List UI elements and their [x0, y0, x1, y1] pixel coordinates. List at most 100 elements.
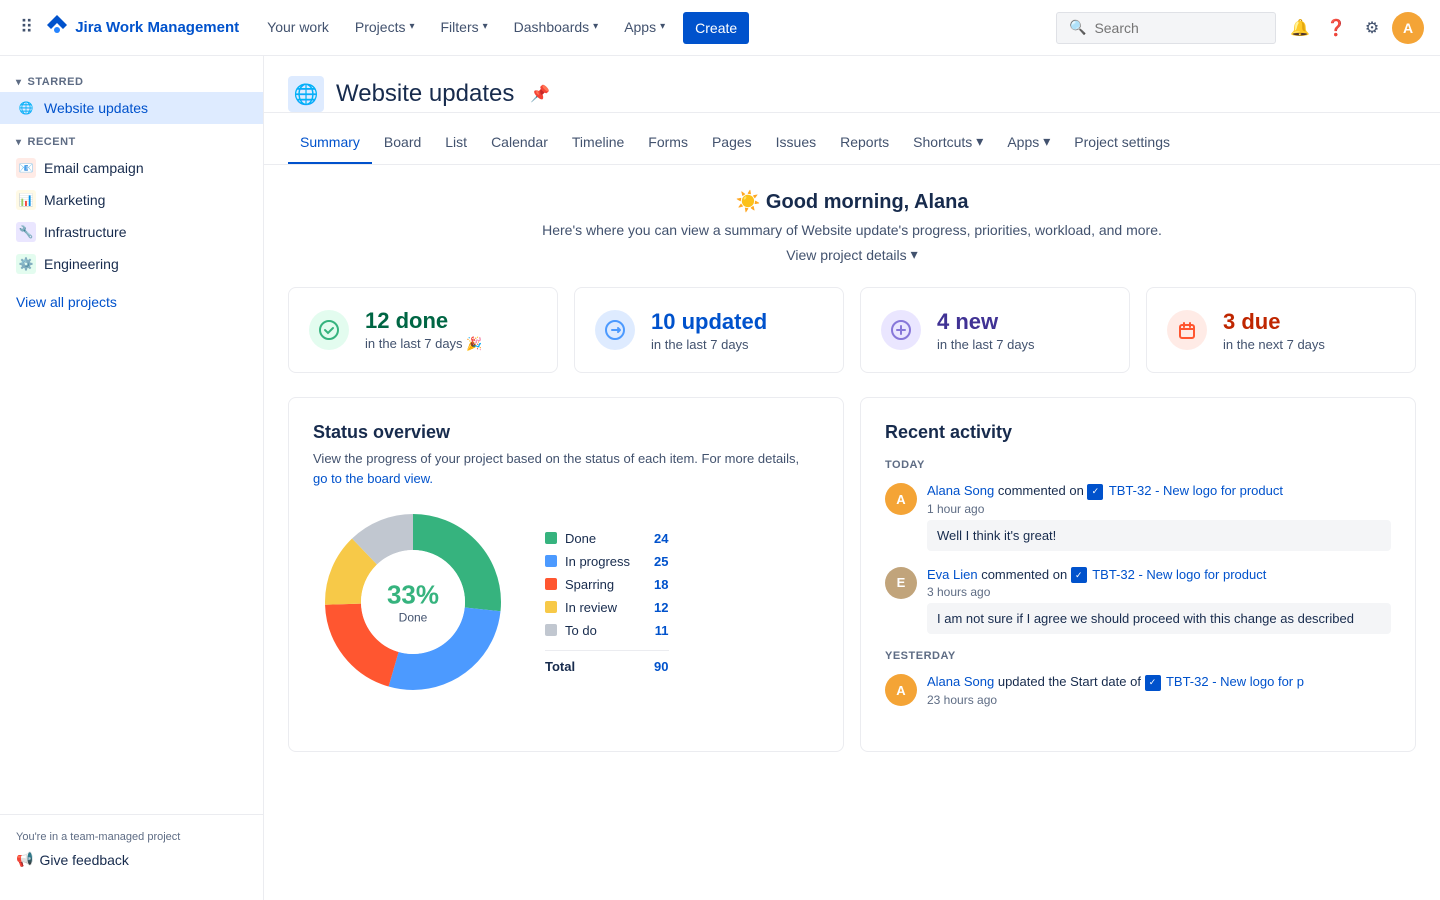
- alana-name-link-2[interactable]: Alana Song: [927, 674, 994, 689]
- stat-due-info: 3 due in the next 7 days: [1223, 309, 1325, 352]
- alana-comment-header: Alana Song commented on ✓ TBT-32 - New l…: [927, 483, 1391, 500]
- inprogress-legend-label: In progress: [565, 554, 630, 569]
- help-button[interactable]: ❓: [1320, 12, 1352, 44]
- alana-name-link[interactable]: Alana Song: [927, 483, 994, 498]
- jira-icon: [45, 13, 69, 43]
- tab-forms[interactable]: Forms: [636, 122, 700, 164]
- sidebar-item-engineering[interactable]: ⚙️ Engineering: [0, 248, 263, 280]
- feedback-icon: 📢: [16, 851, 33, 868]
- status-overview-panel: Status overview View the progress of you…: [288, 397, 844, 752]
- stat-updated-number: 10 updated: [651, 309, 767, 335]
- legend-sparring: Sparring 18: [545, 577, 669, 592]
- main-content: 🌐 Website updates 📌 Summary Board List C…: [264, 56, 1440, 900]
- give-feedback[interactable]: 📢 Give feedback: [16, 851, 247, 868]
- stat-updated-info: 10 updated in the last 7 days: [651, 309, 767, 352]
- search-bar[interactable]: 🔍: [1056, 12, 1276, 44]
- notifications-button[interactable]: 🔔: [1284, 12, 1316, 44]
- tab-reports[interactable]: Reports: [828, 122, 901, 164]
- alana-avatar: A: [885, 483, 917, 515]
- sidebar-item-email[interactable]: 📧 Email campaign: [0, 152, 263, 184]
- email-campaign-icon: 📧: [16, 158, 36, 178]
- grid-icon[interactable]: ⠿: [16, 13, 37, 42]
- recent-section: ▾ Recent 📧 Email campaign 📊 Marketing 🔧 …: [0, 132, 263, 280]
- todo-legend-label: To do: [565, 623, 597, 638]
- greeting-title: ☀️ Good morning, Alana: [288, 189, 1416, 214]
- sidebar-item-infrastructure[interactable]: 🔧 Infrastructure: [0, 216, 263, 248]
- sparring-color-dot: [545, 578, 557, 590]
- pin-icon[interactable]: 📌: [530, 84, 550, 104]
- filters-nav[interactable]: Filters ▾: [429, 0, 500, 56]
- activity-item-alana-update: A Alana Song updated the Start date of ✓…: [885, 674, 1391, 711]
- activity-today-section: TODAY A Alana Song commented on ✓ TBT-32…: [885, 459, 1391, 634]
- due-icon: [1167, 310, 1207, 350]
- main-layout: ▾ Starred 🌐 Website updates ▾ Recent 📧 E…: [0, 56, 1440, 900]
- tab-issues[interactable]: Issues: [764, 122, 828, 164]
- create-button[interactable]: Create: [683, 12, 749, 44]
- apps-tab-chevron-icon: ▾: [1043, 133, 1050, 150]
- starred-section: ▾ Starred 🌐 Website updates: [0, 72, 263, 124]
- stat-card-new: 4 new in the last 7 days: [860, 287, 1130, 373]
- engineering-icon: ⚙️: [16, 254, 36, 274]
- search-input[interactable]: [1094, 20, 1254, 36]
- view-details-button[interactable]: View project details ▾: [288, 246, 1416, 263]
- donut-pct: 33%: [387, 580, 439, 611]
- apps-nav[interactable]: Apps ▾: [612, 0, 677, 56]
- ticket-link-2[interactable]: TBT-32 - New logo for product: [1092, 567, 1266, 582]
- stat-due-label: in the next 7 days: [1223, 337, 1325, 352]
- tab-timeline[interactable]: Timeline: [560, 122, 636, 164]
- tab-calendar[interactable]: Calendar: [479, 122, 560, 164]
- shortcuts-chevron-icon: ▾: [976, 133, 983, 150]
- alana-comment-text: Well I think it's great!: [927, 520, 1391, 551]
- board-view-link[interactable]: go to the board view.: [313, 471, 433, 486]
- eva-name-link[interactable]: Eva Lien: [927, 567, 978, 582]
- user-avatar[interactable]: A: [1392, 12, 1424, 44]
- sidebar-item-marketing[interactable]: 📊 Marketing: [0, 184, 263, 216]
- tab-summary[interactable]: Summary: [288, 122, 372, 164]
- ticket-icon-1: ✓: [1087, 484, 1103, 500]
- ticket-link-3[interactable]: TBT-32 - New logo for p: [1166, 674, 1304, 689]
- tab-project-settings[interactable]: Project settings: [1062, 122, 1182, 164]
- projects-chevron-icon: ▾: [409, 21, 414, 32]
- sidebar-item-website-updates[interactable]: 🌐 Website updates: [0, 92, 263, 124]
- logo-text: Jira Work Management: [75, 19, 239, 36]
- sidebar: ▾ Starred 🌐 Website updates ▾ Recent 📧 E…: [0, 56, 264, 900]
- stat-new-number: 4 new: [937, 309, 1035, 335]
- donut-center: 33% Done: [387, 580, 439, 625]
- your-work-nav[interactable]: Your work: [255, 0, 341, 56]
- dashboards-chevron-icon: ▾: [593, 21, 598, 32]
- alana-update-header: Alana Song updated the Start date of ✓ T…: [927, 674, 1391, 691]
- filters-chevron-icon: ▾: [483, 21, 488, 32]
- tab-apps[interactable]: Apps ▾: [995, 121, 1062, 164]
- recent-header[interactable]: ▾ Recent: [0, 132, 263, 152]
- yesterday-label: YESTERDAY: [885, 650, 1391, 662]
- lower-panels: Status overview View the progress of you…: [288, 397, 1416, 752]
- activity-item-alana-comment: A Alana Song commented on ✓ TBT-32 - New…: [885, 483, 1391, 551]
- stat-updated-label: in the last 7 days: [651, 337, 767, 352]
- today-label: TODAY: [885, 459, 1391, 471]
- eva-comment-content: Eva Lien commented on ✓ TBT-32 - New log…: [927, 567, 1391, 635]
- chart-area: 33% Done Done 24: [313, 502, 819, 702]
- ticket-link-1[interactable]: TBT-32 - New logo for product: [1109, 483, 1283, 498]
- sparring-legend-value: 18: [654, 577, 668, 592]
- stat-card-done: 12 done in the last 7 days 🎉: [288, 287, 558, 373]
- project-icon: 🌐: [288, 76, 324, 112]
- ticket-icon-3: ✓: [1145, 675, 1161, 691]
- tab-shortcuts[interactable]: Shortcuts ▾: [901, 121, 995, 164]
- inprogress-legend-value: 25: [654, 554, 668, 569]
- eva-comment-time: 3 hours ago: [927, 585, 1391, 599]
- logo[interactable]: Jira Work Management: [45, 13, 239, 43]
- alana-update-time: 23 hours ago: [927, 693, 1391, 707]
- project-title: Website updates: [336, 80, 514, 108]
- alana-comment-time: 1 hour ago: [927, 502, 1391, 516]
- tab-board[interactable]: Board: [372, 122, 433, 164]
- greeting-subtitle: Here's where you can view a summary of W…: [288, 222, 1416, 238]
- view-all-projects[interactable]: View all projects: [0, 288, 263, 316]
- website-updates-icon: 🌐: [16, 98, 36, 118]
- settings-button[interactable]: ⚙: [1356, 12, 1388, 44]
- search-icon: 🔍: [1069, 19, 1086, 36]
- starred-header[interactable]: ▾ Starred: [0, 72, 263, 92]
- dashboards-nav[interactable]: Dashboards ▾: [502, 0, 611, 56]
- tab-list[interactable]: List: [433, 122, 479, 164]
- tab-pages[interactable]: Pages: [700, 122, 764, 164]
- projects-nav[interactable]: Projects ▾: [343, 0, 427, 56]
